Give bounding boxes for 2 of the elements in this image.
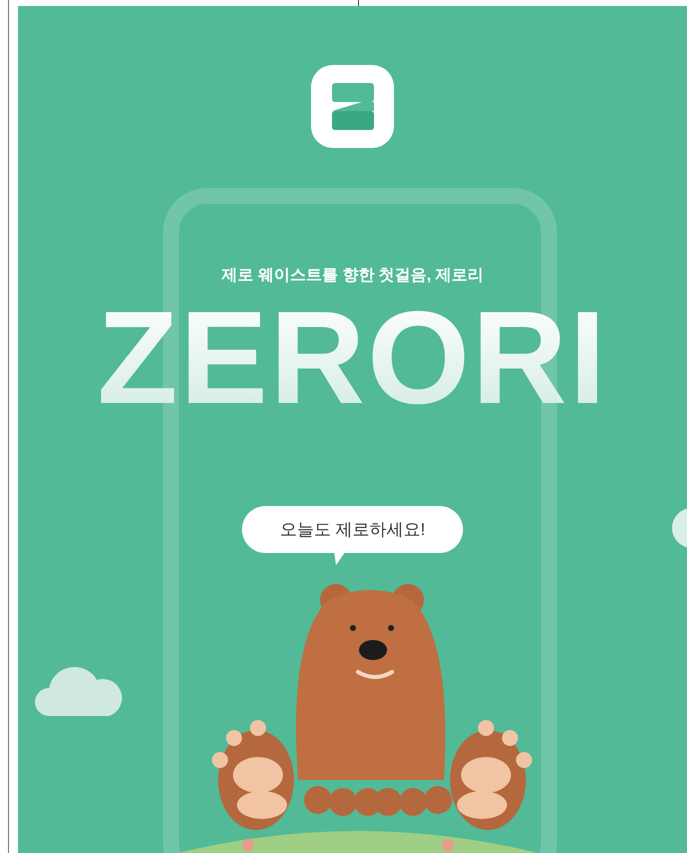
tagline: 제로 웨이스트를 향한 첫걸음, 제로리 <box>221 266 484 286</box>
speech-bubble: 오늘도 제로하세요! <box>242 506 464 553</box>
